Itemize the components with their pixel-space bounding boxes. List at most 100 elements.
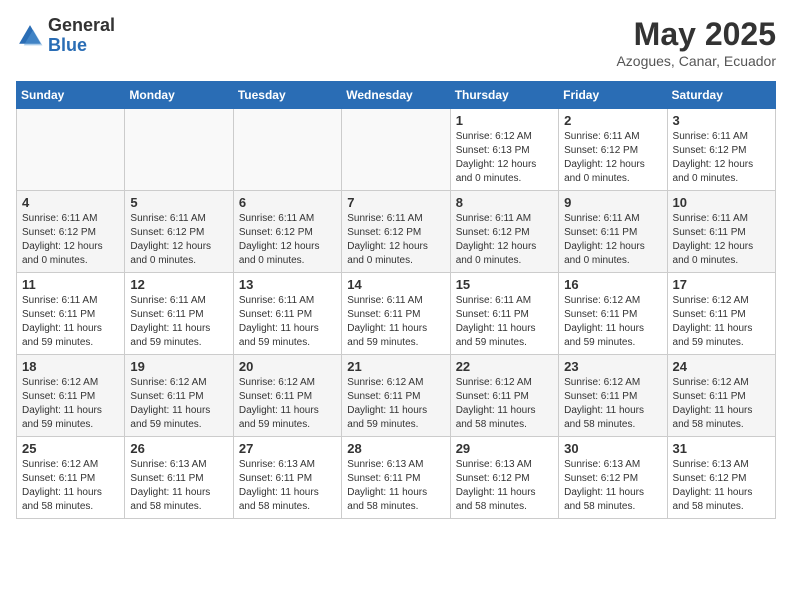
day-number: 9 <box>564 195 661 210</box>
logo-text: General Blue <box>48 16 115 56</box>
calendar-cell: 16 Sunrise: 6:12 AM Sunset: 6:11 PM Dayli… <box>559 273 667 355</box>
day-number: 14 <box>347 277 444 292</box>
calendar-cell: 26 Sunrise: 6:13 AM Sunset: 6:11 PM Dayli… <box>125 437 233 519</box>
calendar-cell <box>233 109 341 191</box>
day-number: 20 <box>239 359 336 374</box>
calendar-header-row: SundayMondayTuesdayWednesdayThursdayFrid… <box>17 82 776 109</box>
calendar-cell: 12 Sunrise: 6:11 AM Sunset: 6:11 PM Dayli… <box>125 273 233 355</box>
calendar-cell: 1 Sunrise: 6:12 AM Sunset: 6:13 PM Daylig… <box>450 109 558 191</box>
calendar-cell: 25 Sunrise: 6:12 AM Sunset: 6:11 PM Dayli… <box>17 437 125 519</box>
day-number: 17 <box>673 277 770 292</box>
calendar-week-3: 11 Sunrise: 6:11 AM Sunset: 6:11 PM Dayli… <box>17 273 776 355</box>
day-number: 4 <box>22 195 119 210</box>
day-info: Sunrise: 6:13 AM Sunset: 6:11 PM Dayligh… <box>347 458 444 514</box>
day-number: 28 <box>347 441 444 456</box>
month-title: May 2025 <box>616 16 776 53</box>
day-number: 22 <box>456 359 553 374</box>
day-number: 29 <box>456 441 553 456</box>
calendar-cell: 20 Sunrise: 6:12 AM Sunset: 6:11 PM Dayli… <box>233 355 341 437</box>
calendar-cell: 19 Sunrise: 6:12 AM Sunset: 6:11 PM Dayli… <box>125 355 233 437</box>
day-info: Sunrise: 6:13 AM Sunset: 6:12 PM Dayligh… <box>456 458 553 514</box>
day-number: 11 <box>22 277 119 292</box>
calendar-week-1: 1 Sunrise: 6:12 AM Sunset: 6:13 PM Daylig… <box>17 109 776 191</box>
day-info: Sunrise: 6:11 AM Sunset: 6:11 PM Dayligh… <box>673 212 770 268</box>
calendar-cell: 7Sunrise: 6:11 AM Sunset: 6:12 PM Daylig… <box>342 191 450 273</box>
calendar-week-2: 4 Sunrise: 6:11 AM Sunset: 6:12 PM Daylig… <box>17 191 776 273</box>
calendar-cell: 21Sunrise: 6:12 AM Sunset: 6:11 PM Dayli… <box>342 355 450 437</box>
day-info: Sunrise: 6:13 AM Sunset: 6:11 PM Dayligh… <box>130 458 227 514</box>
logo-blue-text: Blue <box>48 36 115 56</box>
calendar-cell: 11 Sunrise: 6:11 AM Sunset: 6:11 PM Dayli… <box>17 273 125 355</box>
day-number: 8 <box>456 195 553 210</box>
day-number: 3 <box>673 113 770 128</box>
day-number: 26 <box>130 441 227 456</box>
day-number: 16 <box>564 277 661 292</box>
day-number: 31 <box>673 441 770 456</box>
day-info: Sunrise: 6:11 AM Sunset: 6:12 PM Dayligh… <box>22 212 119 268</box>
calendar-cell: 5 Sunrise: 6:11 AM Sunset: 6:12 PM Daylig… <box>125 191 233 273</box>
day-info: Sunrise: 6:11 AM Sunset: 6:11 PM Dayligh… <box>22 294 119 350</box>
logo-general-text: General <box>48 16 115 36</box>
day-number: 24 <box>673 359 770 374</box>
calendar-cell <box>342 109 450 191</box>
calendar-cell: 14 Sunrise: 6:11 AM Sunset: 6:11 PM Dayli… <box>342 273 450 355</box>
day-number: 6 <box>239 195 336 210</box>
day-info: Sunrise: 6:11 AM Sunset: 6:12 PM Dayligh… <box>239 212 336 268</box>
calendar-cell: 29 Sunrise: 6:13 AM Sunset: 6:12 PM Dayli… <box>450 437 558 519</box>
day-info: Sunrise: 6:12 AM Sunset: 6:11 PM Dayligh… <box>673 376 770 432</box>
day-number: 12 <box>130 277 227 292</box>
day-number: 13 <box>239 277 336 292</box>
day-header-friday: Friday <box>559 82 667 109</box>
calendar-cell <box>17 109 125 191</box>
calendar-cell: 4 Sunrise: 6:11 AM Sunset: 6:12 PM Daylig… <box>17 191 125 273</box>
location-text: Azogues, Canar, Ecuador <box>616 53 776 69</box>
day-info: Sunrise: 6:11 AM Sunset: 6:11 PM Dayligh… <box>239 294 336 350</box>
logo-icon <box>16 22 44 50</box>
day-info: Sunrise: 6:12 AM Sunset: 6:11 PM Dayligh… <box>239 376 336 432</box>
calendar-cell: 22 Sunrise: 6:12 AM Sunset: 6:11 PM Dayli… <box>450 355 558 437</box>
day-number: 2 <box>564 113 661 128</box>
day-info: Sunrise: 6:12 AM Sunset: 6:11 PM Dayligh… <box>22 376 119 432</box>
day-number: 1 <box>456 113 553 128</box>
day-header-monday: Monday <box>125 82 233 109</box>
day-info: Sunrise: 6:13 AM Sunset: 6:12 PM Dayligh… <box>564 458 661 514</box>
calendar-cell: 15Sunrise: 6:11 AM Sunset: 6:11 PM Dayli… <box>450 273 558 355</box>
day-info: Sunrise: 6:11 AM Sunset: 6:12 PM Dayligh… <box>347 212 444 268</box>
calendar-cell: 2Sunrise: 6:11 AM Sunset: 6:12 PM Daylig… <box>559 109 667 191</box>
day-number: 23 <box>564 359 661 374</box>
page-header: General Blue May 2025 Azogues, Canar, Ec… <box>16 16 776 69</box>
day-info: Sunrise: 6:12 AM Sunset: 6:11 PM Dayligh… <box>456 376 553 432</box>
day-header-saturday: Saturday <box>667 82 775 109</box>
day-info: Sunrise: 6:11 AM Sunset: 6:12 PM Dayligh… <box>130 212 227 268</box>
day-info: Sunrise: 6:11 AM Sunset: 6:12 PM Dayligh… <box>456 212 553 268</box>
calendar-cell: 3Sunrise: 6:11 AM Sunset: 6:12 PM Daylig… <box>667 109 775 191</box>
calendar-cell: 23Sunrise: 6:12 AM Sunset: 6:11 PM Dayli… <box>559 355 667 437</box>
day-info: Sunrise: 6:11 AM Sunset: 6:11 PM Dayligh… <box>564 212 661 268</box>
day-info: Sunrise: 6:12 AM Sunset: 6:11 PM Dayligh… <box>22 458 119 514</box>
calendar-cell: 6 Sunrise: 6:11 AM Sunset: 6:12 PM Daylig… <box>233 191 341 273</box>
calendar-table: SundayMondayTuesdayWednesdayThursdayFrid… <box>16 81 776 519</box>
day-info: Sunrise: 6:11 AM Sunset: 6:11 PM Dayligh… <box>347 294 444 350</box>
day-info: Sunrise: 6:12 AM Sunset: 6:11 PM Dayligh… <box>130 376 227 432</box>
day-number: 21 <box>347 359 444 374</box>
day-header-thursday: Thursday <box>450 82 558 109</box>
calendar-cell: 17 Sunrise: 6:12 AM Sunset: 6:11 PM Dayli… <box>667 273 775 355</box>
day-number: 19 <box>130 359 227 374</box>
day-info: Sunrise: 6:13 AM Sunset: 6:12 PM Dayligh… <box>673 458 770 514</box>
day-info: Sunrise: 6:12 AM Sunset: 6:11 PM Dayligh… <box>673 294 770 350</box>
day-header-wednesday: Wednesday <box>342 82 450 109</box>
day-number: 5 <box>130 195 227 210</box>
calendar-cell: 31 Sunrise: 6:13 AM Sunset: 6:12 PM Dayli… <box>667 437 775 519</box>
calendar-cell: 28 Sunrise: 6:13 AM Sunset: 6:11 PM Dayli… <box>342 437 450 519</box>
day-info: Sunrise: 6:12 AM Sunset: 6:11 PM Dayligh… <box>564 294 661 350</box>
day-info: Sunrise: 6:12 AM Sunset: 6:13 PM Dayligh… <box>456 130 553 186</box>
day-number: 25 <box>22 441 119 456</box>
day-header-tuesday: Tuesday <box>233 82 341 109</box>
day-number: 15 <box>456 277 553 292</box>
calendar-cell: 30Sunrise: 6:13 AM Sunset: 6:12 PM Dayli… <box>559 437 667 519</box>
logo: General Blue <box>16 16 115 56</box>
calendar-cell: 13 Sunrise: 6:11 AM Sunset: 6:11 PM Dayli… <box>233 273 341 355</box>
day-info: Sunrise: 6:11 AM Sunset: 6:11 PM Dayligh… <box>130 294 227 350</box>
calendar-week-5: 25 Sunrise: 6:12 AM Sunset: 6:11 PM Dayli… <box>17 437 776 519</box>
calendar-week-4: 18Sunrise: 6:12 AM Sunset: 6:11 PM Dayli… <box>17 355 776 437</box>
